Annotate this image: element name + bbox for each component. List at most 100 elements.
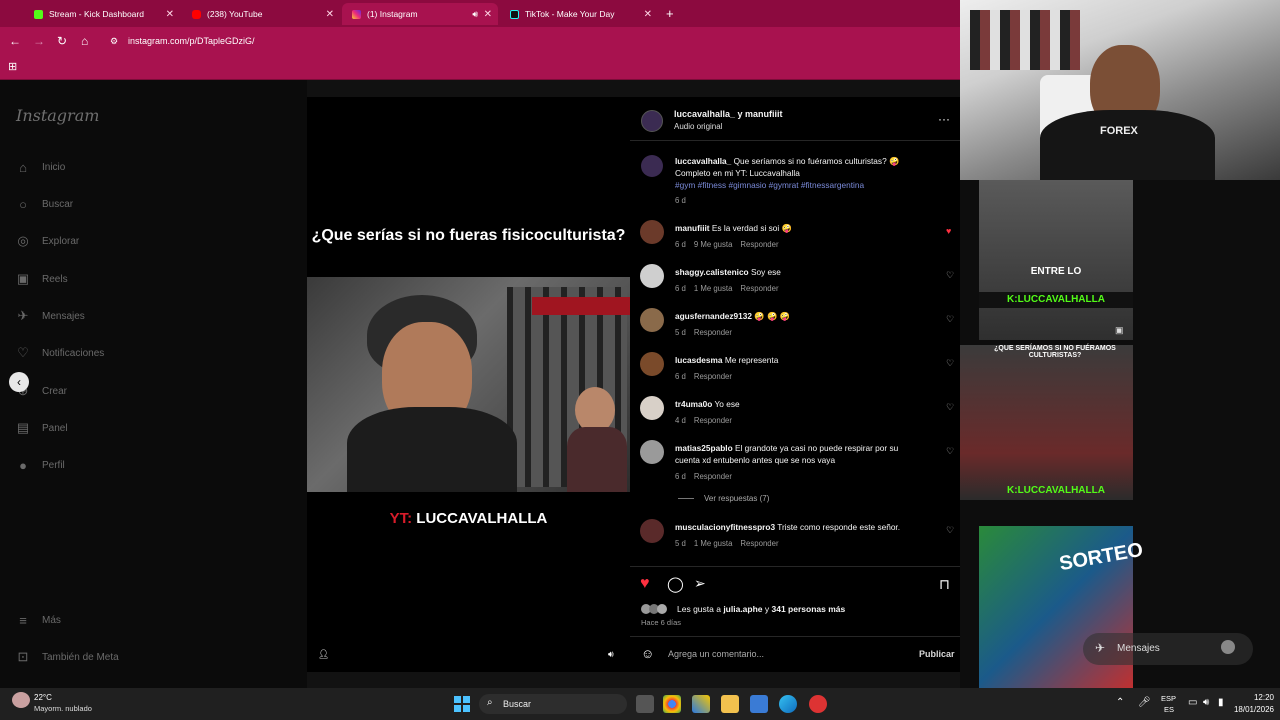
close-tab-icon[interactable]: ✕ <box>484 9 492 20</box>
like-comment-icon[interactable]: ♡ <box>946 270 954 281</box>
comment-username[interactable]: lucasdesma <box>675 355 723 365</box>
reload-icon[interactable]: ↻ <box>57 34 67 48</box>
audio-label[interactable]: Audio original <box>674 122 722 131</box>
nav-buscar[interactable]: ○ Buscar <box>16 197 73 212</box>
task-view-icon[interactable] <box>636 695 654 713</box>
tab-youtube[interactable]: (238) YouTube ✕ <box>182 3 340 25</box>
like-comment-icon[interactable]: ♡ <box>946 402 954 413</box>
clock-time[interactable]: 12:20 <box>1240 693 1274 702</box>
share-icon[interactable]: ➢ <box>694 575 706 592</box>
like-comment-icon[interactable]: ♡ <box>946 525 954 536</box>
close-tab-icon[interactable]: ✕ <box>644 9 652 20</box>
weather-temp[interactable]: 22°C <box>34 693 52 702</box>
commenter-avatar[interactable] <box>640 308 664 332</box>
likers-avatars[interactable] <box>641 604 675 614</box>
taskbar-search[interactable]: ⌕ Buscar <box>479 694 627 714</box>
reply-button[interactable]: Responder <box>740 284 778 293</box>
file-explorer-icon[interactable] <box>721 695 739 713</box>
app-icon[interactable] <box>692 695 710 713</box>
back-icon[interactable]: ← <box>9 34 21 48</box>
comment-input[interactable]: Agrega un comentario... <box>668 649 764 659</box>
comment-username[interactable]: manufiiit <box>675 223 710 233</box>
comment-username[interactable]: shaggy.calistenico <box>675 267 749 277</box>
tab-instagram[interactable]: (1) Instagram 🔊︎ ✕ <box>342 3 498 25</box>
nav-reels[interactable]: ▣ Reels <box>16 271 68 286</box>
edge-icon[interactable] <box>779 695 797 713</box>
site-info-icon[interactable]: ⚙ <box>110 36 118 47</box>
home-icon[interactable]: ⌂ <box>81 34 88 48</box>
weather-desc[interactable]: Mayorm. nublado <box>34 704 92 713</box>
comment-likes[interactable]: 9 Me gusta <box>694 240 733 249</box>
commenter-avatar[interactable] <box>640 396 664 420</box>
commenter-avatar[interactable] <box>640 264 664 288</box>
close-tab-icon[interactable]: ✕ <box>326 9 334 20</box>
comment-icon[interactable]: ◯ <box>667 575 684 593</box>
save-icon[interactable]: ⊓ <box>939 576 950 593</box>
thumbnail[interactable]: ENTRE LO K:LUCCAVALHALLA ▣ <box>979 180 1133 340</box>
reply-button[interactable]: Responder <box>740 240 778 249</box>
like-comment-icon[interactable]: ♡ <box>946 446 954 457</box>
weather-icon[interactable] <box>12 692 30 708</box>
more-options-icon[interactable]: ··· <box>938 112 950 126</box>
apps-grid-icon[interactable]: ⊞ <box>8 60 17 73</box>
new-tab-button[interactable]: + <box>666 6 674 21</box>
nav-mas[interactable]: ≡ Más <box>16 613 61 628</box>
commenter-avatar[interactable] <box>640 220 664 244</box>
forward-icon[interactable]: → <box>33 34 45 48</box>
keyboard-code[interactable]: ES <box>1164 705 1174 714</box>
chrome-icon[interactable] <box>663 695 681 713</box>
post-authors[interactable]: luccavalhalla_ y manufiiit <box>674 109 783 119</box>
commenter-avatar[interactable] <box>640 519 664 543</box>
comment-username[interactable]: matias25pablo <box>675 443 733 453</box>
app-icon[interactable] <box>809 695 827 713</box>
likes-summary[interactable]: Les gusta a julia.aphe y 341 personas má… <box>677 604 845 614</box>
nav-mensajes[interactable]: ✈ Mensajes <box>16 308 85 323</box>
caption-hashtags[interactable]: #gym #fitness #gimnasio #gymrat #fitness… <box>675 180 864 190</box>
nav-explorar[interactable]: ◎ Explorar <box>16 233 79 248</box>
reply-button[interactable]: Responder <box>694 372 732 381</box>
speaker-icon[interactable]: 🔊︎ <box>472 9 478 20</box>
publish-button[interactable]: Publicar <box>919 649 955 659</box>
like-post-icon[interactable]: ♥ <box>640 575 650 593</box>
comment-likes[interactable]: 1 Me gusta <box>694 539 733 548</box>
author-avatar[interactable] <box>641 155 663 177</box>
like-comment-icon[interactable]: ♡ <box>946 314 954 325</box>
volume-icon[interactable]: 🔊︎ <box>1203 697 1209 708</box>
comment-username[interactable]: musculacionyfitnesspro3 <box>675 522 775 532</box>
reply-button[interactable]: Responder <box>694 416 732 425</box>
close-tab-icon[interactable]: ✕ <box>166 9 174 20</box>
likes-user[interactable]: julia.aphe <box>723 604 762 614</box>
comment-username[interactable]: tr4uma0o <box>675 399 712 409</box>
windows-start-icon[interactable] <box>454 696 470 712</box>
prev-post-button[interactable]: ‹ <box>9 372 29 392</box>
instagram-logo[interactable]: Instagram <box>16 106 99 125</box>
nav-panel[interactable]: ▤ Panel <box>16 420 68 435</box>
language-code[interactable]: ESP <box>1161 694 1176 703</box>
url-field[interactable]: instagram.com/p/DTapleGDziG/ <box>128 36 255 46</box>
tab-kick[interactable]: Stream - Kick Dashboard ✕ <box>24 3 180 25</box>
messages-bubble[interactable]: ✈ Mensajes <box>1083 633 1253 665</box>
reply-button[interactable]: Responder <box>740 539 778 548</box>
volume-icon[interactable]: 🔊︎ <box>608 649 614 660</box>
commenter-avatar[interactable] <box>640 440 664 464</box>
nav-perfil[interactable]: ● Perfil <box>16 458 65 473</box>
nav-inicio[interactable]: ⌂ Inicio <box>16 160 65 175</box>
monitor-icon[interactable]: ▭ <box>1188 697 1197 708</box>
tab-tiktok[interactable]: TikTok - Make Your Day ✕ <box>500 3 658 25</box>
reply-button[interactable]: Responder <box>694 472 732 481</box>
store-icon[interactable] <box>750 695 768 713</box>
caption-username[interactable]: luccavalhalla_ <box>675 156 731 166</box>
view-replies-button[interactable]: Ver respuestas (7) <box>704 494 769 503</box>
commenter-avatar[interactable] <box>640 352 664 376</box>
reply-button[interactable]: Responder <box>694 328 732 337</box>
nav-meta[interactable]: ⊡ También de Meta <box>16 649 119 664</box>
battery-icon[interactable]: ▮ <box>1218 697 1224 708</box>
like-comment-icon[interactable]: ♥ <box>946 226 951 236</box>
clock-date[interactable]: 18/01/2026 <box>1226 705 1274 714</box>
comment-username[interactable]: agusfernandez9132 <box>675 311 752 321</box>
likes-count[interactable]: 341 personas más <box>772 604 846 614</box>
comment-likes[interactable]: 1 Me gusta <box>694 284 733 293</box>
thumbnail[interactable]: ¿QUE SERÍAMOS SI NO FUÉRAMOS CULTURISTAS… <box>960 345 1133 500</box>
tagged-users-icon[interactable]: 👤︎ <box>318 649 329 660</box>
nav-notificaciones[interactable]: ♡ Notificaciones <box>16 345 104 360</box>
